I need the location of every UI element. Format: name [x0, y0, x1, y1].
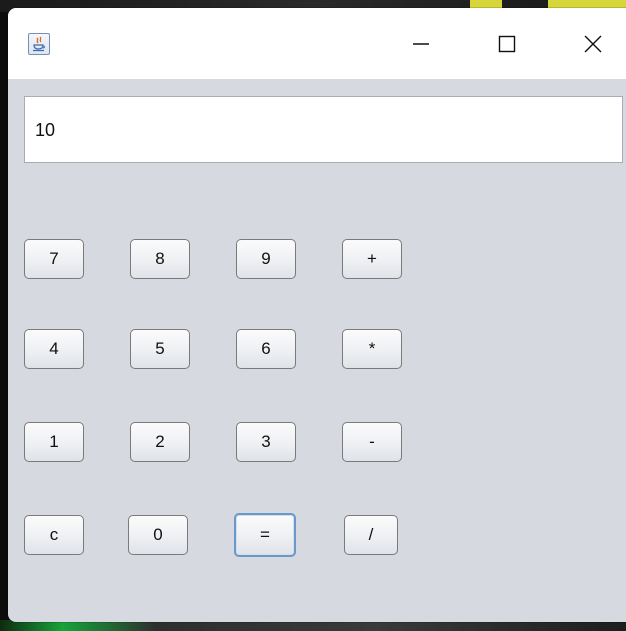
key-3-button[interactable]: 3 [236, 422, 296, 462]
java-coffee-icon[interactable] [28, 33, 50, 55]
key-4-button[interactable]: 4 [24, 329, 84, 369]
key-0-button[interactable]: 0 [128, 515, 188, 555]
screen: 10 7 8 9 + 4 5 6 * 1 2 3 - c 0 = / [0, 0, 626, 631]
multiply-button[interactable]: * [342, 329, 402, 369]
display-value: 10 [35, 120, 56, 140]
key-7-button[interactable]: 7 [24, 239, 84, 279]
maximize-icon [498, 35, 516, 52]
key-1-button[interactable]: 1 [24, 422, 84, 462]
plus-button[interactable]: + [342, 239, 402, 279]
key-9-button[interactable]: 9 [236, 239, 296, 279]
key-6-button[interactable]: 6 [236, 329, 296, 369]
minimize-button[interactable] [386, 8, 456, 79]
close-button[interactable] [558, 8, 626, 79]
minimize-icon [413, 42, 429, 45]
clear-button[interactable]: c [24, 515, 84, 555]
key-8-button[interactable]: 8 [130, 239, 190, 279]
key-5-button[interactable]: 5 [130, 329, 190, 369]
maximize-button[interactable] [472, 8, 542, 79]
divide-button[interactable]: / [344, 515, 398, 555]
title-bar[interactable] [8, 8, 626, 79]
key-2-button[interactable]: 2 [130, 422, 190, 462]
close-icon [584, 35, 602, 52]
minus-button[interactable]: - [342, 422, 402, 462]
display-field[interactable]: 10 [24, 96, 623, 163]
calculator-window: 10 7 8 9 + 4 5 6 * 1 2 3 - c 0 = / [8, 8, 626, 622]
equals-button[interactable]: = [234, 513, 296, 557]
